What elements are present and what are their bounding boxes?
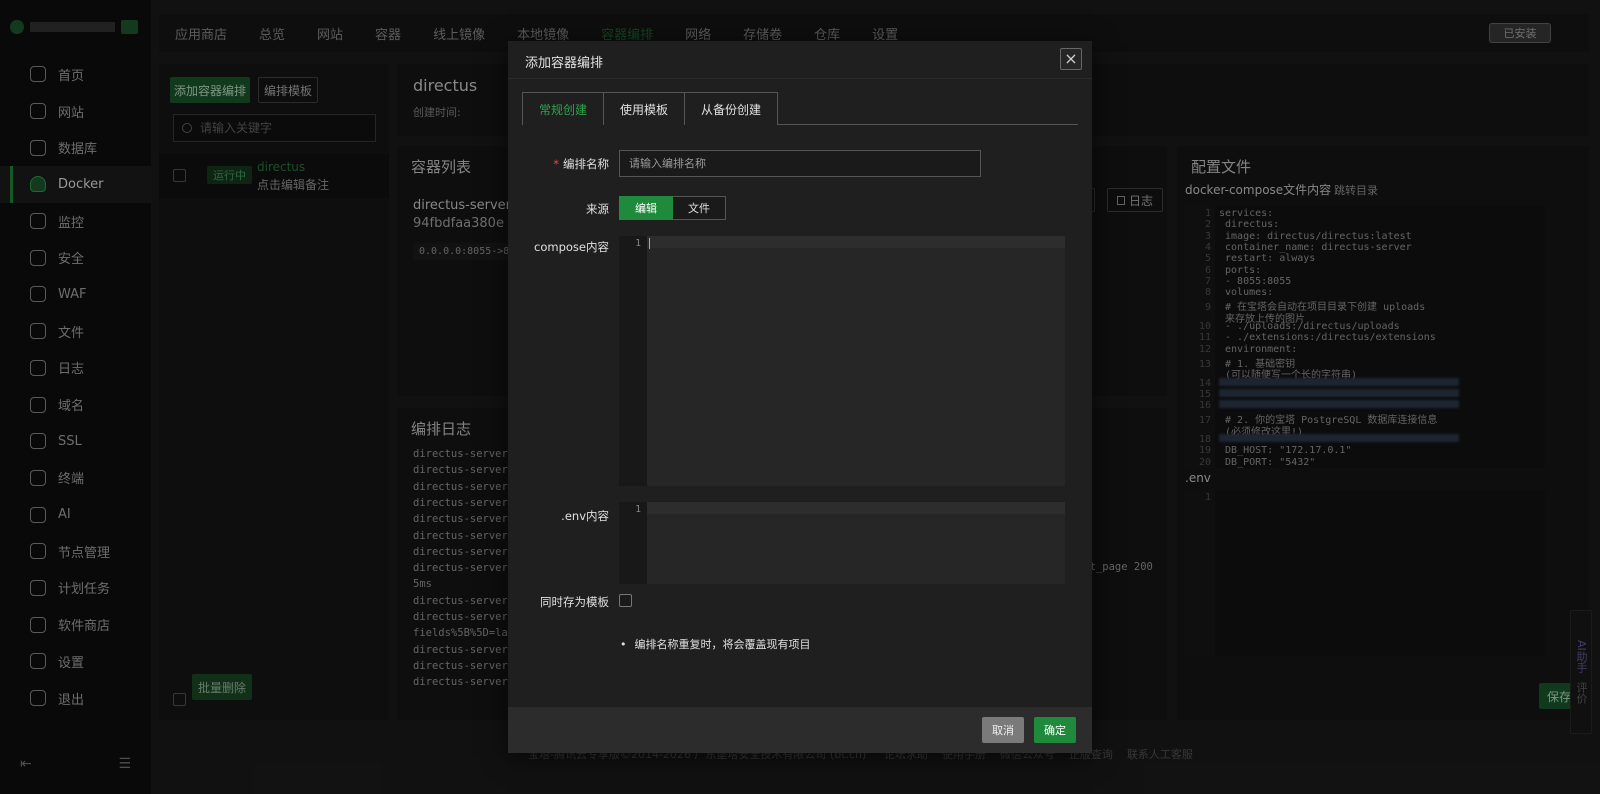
confirm-button[interactable]: 确定 (1034, 717, 1076, 743)
dialog-tabs: 常规创建 使用模板 从备份创建 (522, 92, 1078, 125)
name-label: * 编排名称 (553, 157, 609, 171)
dialog-footer: 取消 确定 (508, 707, 1092, 753)
save-template-label: 同时存为模板 (540, 595, 609, 609)
source-toggle: 编辑 文件 (619, 196, 726, 220)
source-option-0[interactable]: 编辑 (619, 196, 673, 220)
dialog-tab-0[interactable]: 常规创建 (522, 92, 605, 125)
tip-text: 编排名称重复时，将会覆盖现有项目 (620, 636, 811, 652)
env-content-label: .env内容 (561, 509, 609, 523)
env-editor-gutter: 1 (619, 502, 647, 584)
close-icon[interactable]: × (1060, 48, 1082, 70)
compose-editor[interactable]: 1 (619, 236, 1065, 486)
dialog-tab-1[interactable]: 使用模板 (603, 92, 686, 125)
add-compose-dialog: 添加容器编排 × 常规创建 使用模板 从备份创建 * 编排名称 请输入编排名称 来源 … (508, 41, 1092, 753)
env-editor[interactable]: 1 (619, 502, 1065, 584)
source-option-1[interactable]: 文件 (673, 196, 726, 220)
env-active-line (647, 502, 1065, 514)
active-line (647, 236, 1065, 248)
compose-content-label: compose内容 (534, 240, 609, 254)
dialog-header: 添加容器编排 × (508, 41, 1092, 79)
cancel-button[interactable]: 取消 (982, 717, 1024, 743)
compose-name-input[interactable]: 请输入编排名称 (619, 150, 981, 177)
save-template-checkbox[interactable] (619, 594, 632, 607)
source-label: 来源 (586, 202, 609, 216)
editor-caret (649, 238, 650, 249)
dialog-tab-2[interactable]: 从备份创建 (684, 92, 779, 125)
compose-editor-gutter: 1 (619, 236, 647, 486)
required-mark: * (553, 157, 559, 171)
dialog-title: 添加容器编排 (525, 56, 604, 71)
